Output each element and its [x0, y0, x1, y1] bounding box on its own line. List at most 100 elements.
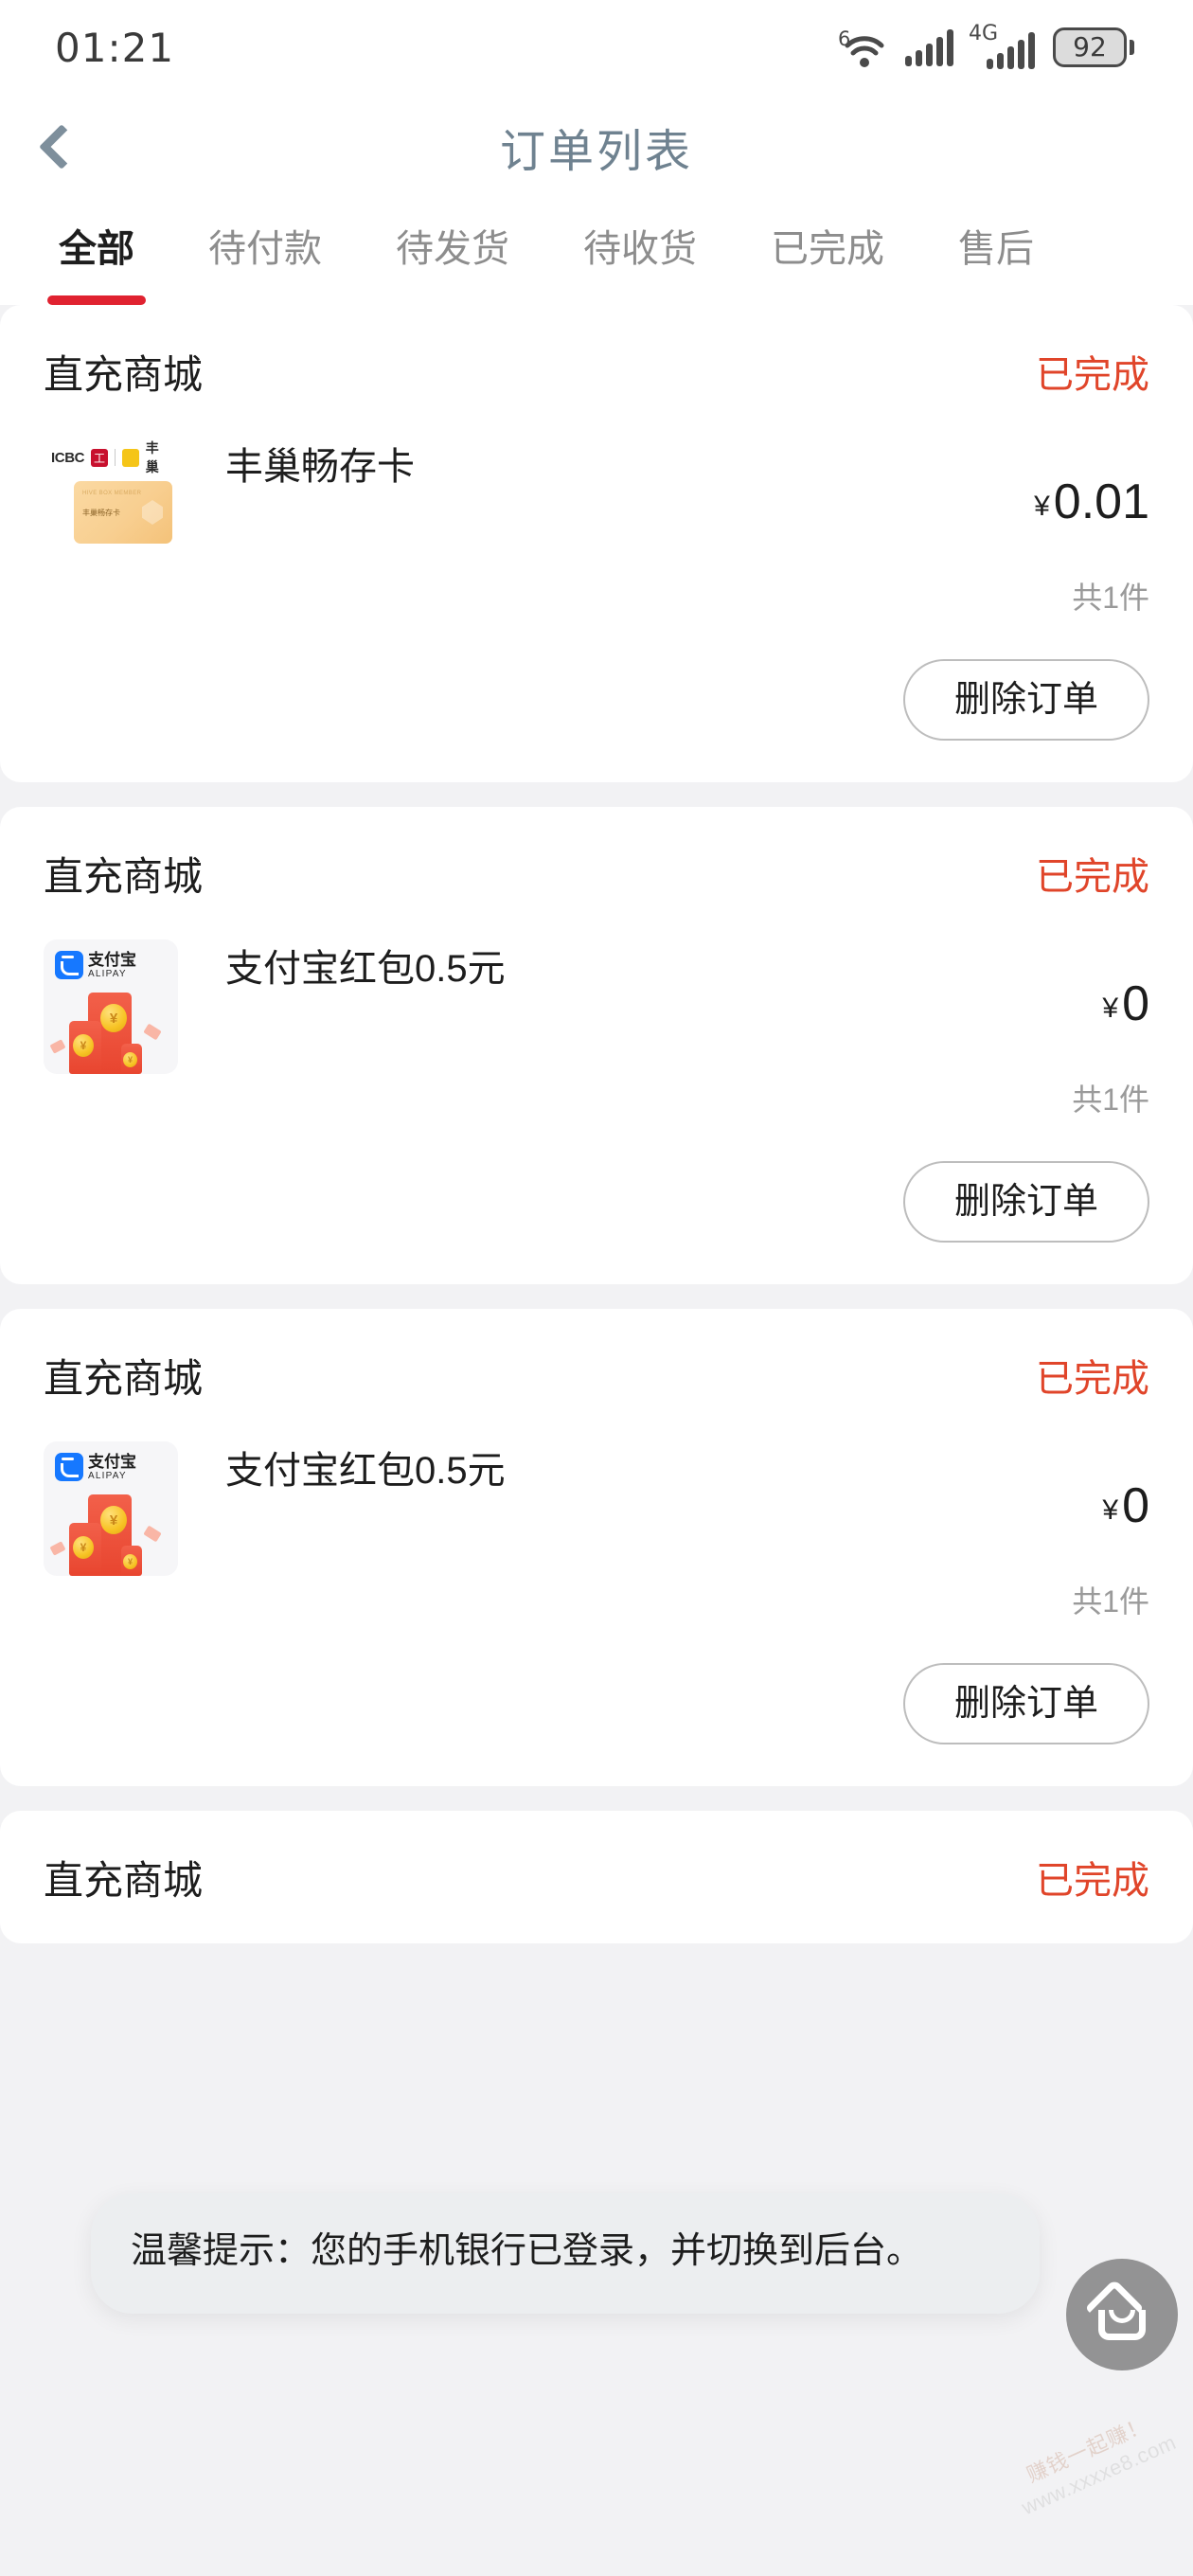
- status-badge: 已完成: [1036, 1860, 1149, 1902]
- wifi-icon: 6: [838, 26, 887, 69]
- alipay-name-cn: 支付宝: [88, 1452, 136, 1471]
- page-title: 订单列表: [499, 127, 693, 177]
- tab-pending-receipt[interactable]: 待收货: [583, 199, 697, 273]
- icbc-seal-icon: 工: [91, 448, 108, 467]
- delete-order-button[interactable]: 删除订单: [902, 659, 1149, 741]
- coin-icon: ¥: [100, 1506, 127, 1534]
- tab-pending-shipment[interactable]: 待发货: [396, 199, 509, 273]
- coin-icon: ¥: [73, 1034, 94, 1057]
- red-packet-illustration: ¥ ¥ ¥: [44, 1494, 178, 1576]
- delete-order-button[interactable]: 删除订单: [902, 1161, 1149, 1243]
- battery-icon: 92: [1053, 27, 1134, 67]
- shop-name[interactable]: 直充商城: [44, 343, 203, 401]
- price-block: ¥0.01 共1件: [951, 438, 1149, 617]
- order-status-tabs: 全部 待付款 待发货 待收货 已完成 售后: [0, 199, 1193, 305]
- alipay-logo-text: 支付宝 ALIPAY: [88, 1454, 136, 1481]
- ribbon-icon: [49, 1541, 66, 1556]
- phone-screen: 01:21 6 4G 92 订单列表 全部 待付款 待发货 待收货 已完成 售后…: [0, 0, 1193, 2576]
- tab-label: 待收货: [583, 228, 697, 270]
- tab-active-indicator: [47, 295, 146, 305]
- order-card[interactable]: 直充商城 已完成: [0, 1811, 1193, 1943]
- tab-completed[interactable]: 已完成: [771, 199, 884, 273]
- order-card-actions: 删除订单: [44, 1631, 1149, 1786]
- alipay-logo: 支付宝 ALIPAY: [55, 1453, 136, 1481]
- price-value: 0.01: [1053, 474, 1149, 529]
- cellular-signal-icon: [905, 28, 953, 66]
- alipay-mark-icon: [55, 1453, 83, 1481]
- icbc-logo-text: ICBC: [51, 449, 85, 466]
- currency-symbol: ¥: [1102, 1494, 1119, 1526]
- shop-name[interactable]: 直充商城: [44, 1347, 203, 1404]
- currency-symbol: ¥: [1034, 491, 1050, 522]
- delete-order-button[interactable]: 删除订单: [902, 1663, 1149, 1744]
- nav-bar: 订单列表: [0, 95, 1193, 199]
- floating-home-button[interactable]: [1066, 2259, 1178, 2370]
- shop-name[interactable]: 直充商城: [44, 1849, 203, 1906]
- product-thumbnail: 支付宝 ALIPAY ¥ ¥ ¥: [44, 1441, 178, 1576]
- coin-icon: ¥: [100, 1004, 127, 1032]
- tab-after-sales[interactable]: 售后: [958, 199, 1034, 273]
- bank-partner-logos: ICBC 工 丰巢: [51, 440, 170, 474]
- alipay-name-en: ALIPAY: [88, 968, 127, 979]
- tab-label: 全部: [59, 228, 134, 270]
- status-time: 01:21: [55, 24, 175, 71]
- membership-card-image: HIVE BOX MEMBER 丰巢畅存卡: [74, 481, 172, 544]
- mobile-data-icon: 4G: [969, 22, 1035, 69]
- item-count: 共1件: [1072, 1584, 1149, 1619]
- order-card[interactable]: 直充商城 已完成 支付宝 ALIPAY ¥ ¥ ¥ 支付宝红包0.5元 ¥0 共…: [0, 807, 1193, 1284]
- order-card-actions: 删除订单: [44, 627, 1149, 782]
- item-count: 共1件: [1072, 1082, 1149, 1117]
- order-price: ¥0: [951, 1481, 1149, 1530]
- price-block: ¥0 共1件: [951, 1441, 1149, 1621]
- battery-percent-label: 92: [1073, 31, 1107, 63]
- product-title[interactable]: 支付宝红包0.5元: [225, 1447, 951, 1494]
- red-packet-illustration: ¥ ¥ ¥: [44, 993, 178, 1074]
- ribbon-icon: [143, 1525, 162, 1543]
- price-value: 0: [1122, 1478, 1149, 1533]
- price-value: 0: [1122, 976, 1149, 1031]
- order-card-header: 直充商城 已完成: [44, 807, 1149, 939]
- product-info: 支付宝红包0.5元: [178, 939, 951, 1119]
- alipay-mark-icon: [55, 951, 83, 979]
- alipay-logo-text: 支付宝 ALIPAY: [88, 952, 136, 979]
- battery-tip: [1130, 40, 1134, 55]
- order-price: ¥0: [951, 979, 1149, 1029]
- product-info: 丰巢畅存卡: [178, 438, 951, 617]
- order-card-header: 直充商城 已完成: [44, 1309, 1149, 1441]
- order-card-body: 支付宝 ALIPAY ¥ ¥ ¥ 支付宝红包0.5元 ¥0 共1件: [44, 939, 1149, 1129]
- card-image-line2: 丰巢畅存卡: [82, 509, 120, 517]
- alipay-logo: 支付宝 ALIPAY: [55, 951, 136, 979]
- product-title[interactable]: 丰巢畅存卡: [225, 443, 951, 491]
- tab-label: 售后: [958, 228, 1034, 270]
- order-card-body: ICBC 工 丰巢 HIVE BOX MEMBER 丰巢畅存卡 丰巢畅存卡 ¥0…: [44, 438, 1149, 627]
- status-badge: 已完成: [1036, 856, 1149, 898]
- product-title[interactable]: 支付宝红包0.5元: [225, 945, 951, 993]
- order-card[interactable]: 直充商城 已完成 支付宝 ALIPAY ¥ ¥ ¥ 支付宝红包0.5元 ¥0 共…: [0, 1309, 1193, 1786]
- ribbon-icon: [49, 1039, 66, 1054]
- status-icons: 6 4G 92: [838, 22, 1134, 69]
- toast-notification: 温馨提示：您的手机银行已登录，并切换到后台。: [91, 2193, 1040, 2315]
- price-block: ¥0 共1件: [951, 939, 1149, 1119]
- coin-icon: ¥: [123, 1052, 137, 1067]
- tab-all[interactable]: 全部: [47, 199, 146, 305]
- network-type-label: 4G: [969, 22, 999, 45]
- order-card-actions: 删除订单: [44, 1129, 1149, 1284]
- order-card[interactable]: 直充商城 已完成 ICBC 工 丰巢 HIVE BOX MEMBER 丰巢畅存卡: [0, 305, 1193, 782]
- status-bar: 01:21 6 4G 92: [0, 0, 1193, 95]
- battery-body: 92: [1053, 27, 1127, 67]
- alipay-name-en: ALIPAY: [88, 1470, 127, 1481]
- tab-label: 待发货: [396, 228, 509, 270]
- product-thumbnail: 支付宝 ALIPAY ¥ ¥ ¥: [44, 939, 178, 1074]
- order-card-body: 支付宝 ALIPAY ¥ ¥ ¥ 支付宝红包0.5元 ¥0 共1件: [44, 1441, 1149, 1631]
- logo-divider: [114, 449, 116, 466]
- shop-name[interactable]: 直充商城: [44, 845, 203, 903]
- order-price: ¥0.01: [951, 477, 1149, 527]
- item-count: 共1件: [1072, 581, 1149, 615]
- tab-label: 待付款: [208, 228, 322, 270]
- hive-hexagon-icon: [142, 500, 163, 525]
- tab-pending-payment[interactable]: 待付款: [208, 199, 322, 273]
- home-icon: [1084, 2278, 1155, 2344]
- toast-message: 温馨提示：您的手机银行已登录，并切换到后台。: [131, 2231, 923, 2271]
- ribbon-icon: [143, 1023, 162, 1041]
- alipay-name-cn: 支付宝: [88, 950, 136, 969]
